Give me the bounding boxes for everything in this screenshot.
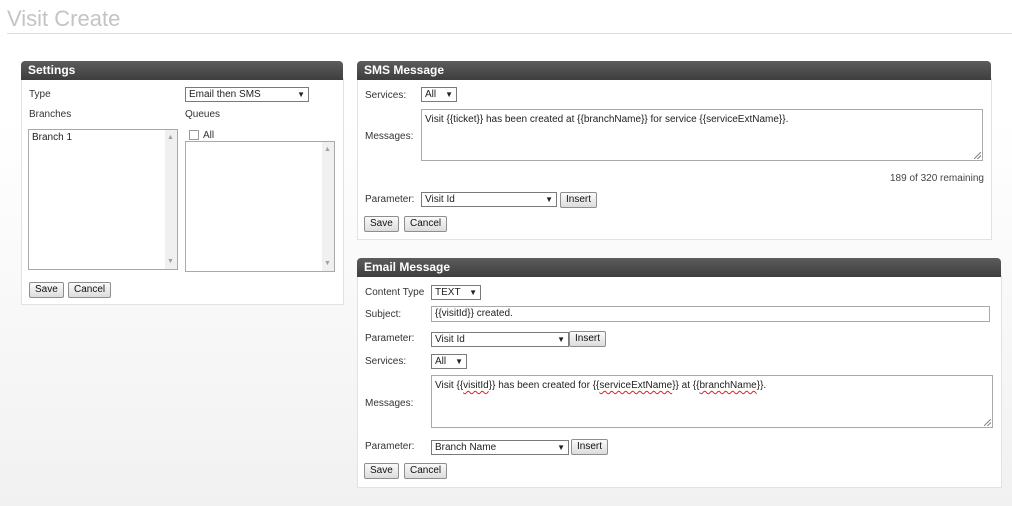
sms-services-label: Services: <box>365 90 407 101</box>
type-select-value: Email then SMS <box>189 89 261 100</box>
queues-listbox[interactable]: ▲ ▼ <box>185 141 335 272</box>
sms-services-value: All <box>425 89 437 100</box>
email-header: Email Message <box>357 258 1001 277</box>
scrollbar[interactable]: ▲ ▼ <box>322 142 334 271</box>
email-services-select[interactable]: All ▼ <box>431 354 467 369</box>
sms-insert-button[interactable]: Insert <box>560 192 598 208</box>
email-parameter2-label: Parameter: <box>365 441 415 452</box>
sms-message-text: Visit {{ticket}} has been created at {{b… <box>425 114 789 125</box>
scrollbar[interactable]: ▲ ▼ <box>165 130 177 269</box>
email-services-value: All <box>435 356 447 367</box>
sms-header: SMS Message <box>357 61 991 80</box>
scroll-up-icon[interactable]: ▲ <box>324 146 331 153</box>
sms-parameter-select[interactable]: Visit Id ▼ <box>421 192 557 207</box>
email-insert-button[interactable]: Insert <box>569 331 607 347</box>
chevron-down-icon: ▼ <box>445 90 453 99</box>
content-type-select[interactable]: TEXT ▼ <box>431 285 481 300</box>
settings-cancel-button[interactable]: Cancel <box>68 282 112 298</box>
page-title: Visit Create <box>7 6 121 31</box>
sms-messages-label: Messages: <box>365 131 414 142</box>
email-parameter2-select[interactable]: Branch Name ▼ <box>431 440 569 455</box>
email-cancel-button[interactable]: Cancel <box>404 463 448 479</box>
chevron-down-icon: ▼ <box>545 195 553 204</box>
sms-parameter-value: Visit Id <box>425 194 455 205</box>
email-parameter-label: Parameter: <box>365 333 415 344</box>
scroll-down-icon[interactable]: ▼ <box>324 260 331 267</box>
email-message-text: Visit {{visitId}} has been created for {… <box>435 380 767 391</box>
branches-listbox[interactable]: Branch 1 ▲ ▼ <box>28 129 178 270</box>
resize-grip-icon[interactable] <box>974 152 981 159</box>
chevron-down-icon: ▼ <box>469 288 477 297</box>
scroll-down-icon[interactable]: ▼ <box>167 258 174 265</box>
branches-label: Branches <box>29 109 72 120</box>
chevron-down-icon: ▼ <box>297 90 305 99</box>
list-item[interactable]: Branch 1 <box>32 132 72 143</box>
resize-grip-icon[interactable] <box>984 419 991 426</box>
email-insert2-button[interactable]: Insert <box>571 439 609 455</box>
content-type-value: TEXT <box>435 287 461 298</box>
email-save-button[interactable]: Save <box>364 463 399 479</box>
subject-label: Subject: <box>365 309 402 320</box>
scroll-up-icon[interactable]: ▲ <box>167 134 174 141</box>
email-message-textarea[interactable]: Visit {{visitId}} has been created for {… <box>431 375 993 428</box>
email-parameter2-value: Branch Name <box>435 442 497 453</box>
sms-cancel-button[interactable]: Cancel <box>404 216 448 232</box>
chevron-down-icon: ▼ <box>557 335 565 344</box>
chevron-down-icon: ▼ <box>557 443 565 452</box>
queues-label: Queues <box>185 109 221 120</box>
type-select[interactable]: Email then SMS ▼ <box>185 87 309 102</box>
email-parameter-value: Visit Id <box>435 334 465 345</box>
settings-header: Settings <box>21 61 343 80</box>
email-parameter-select[interactable]: Visit Id ▼ <box>431 332 569 347</box>
sms-remaining-text: 189 of 320 remaining <box>890 173 984 184</box>
email-services-label: Services: <box>365 356 407 367</box>
chevron-down-icon: ▼ <box>455 357 463 366</box>
queues-all-label: All <box>203 130 215 141</box>
content-type-label: Content Type <box>365 287 425 298</box>
sms-message-textarea[interactable]: Visit {{ticket}} has been created at {{b… <box>421 109 983 161</box>
sms-parameter-label: Parameter: <box>365 194 415 205</box>
type-label: Type <box>29 89 51 100</box>
queues-all-checkbox[interactable] <box>189 130 199 140</box>
sms-services-select[interactable]: All ▼ <box>421 87 457 102</box>
title-divider <box>7 33 1012 34</box>
email-messages-label: Messages: <box>365 398 414 409</box>
sms-save-button[interactable]: Save <box>364 216 399 232</box>
settings-save-button[interactable]: Save <box>29 282 64 298</box>
subject-input[interactable]: {{visitId}} created. <box>431 306 990 322</box>
